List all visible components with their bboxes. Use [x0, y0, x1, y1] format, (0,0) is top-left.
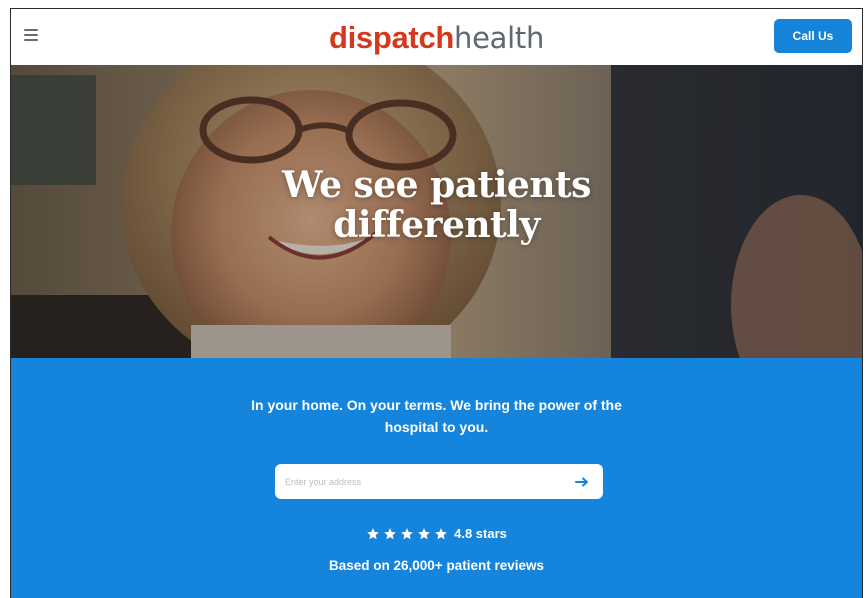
dispatchhealth-logo[interactable]: dispatch health — [329, 22, 544, 53]
star-icon — [435, 527, 447, 539]
arrow-right-icon[interactable] — [571, 471, 593, 493]
hero-heading-line1: We see patients — [282, 164, 591, 206]
hero-section: We see patients differently — [11, 65, 862, 358]
call-us-button[interactable]: Call Us — [774, 19, 852, 53]
app-frame: dispatch health Call Us We see patients … — [10, 8, 863, 598]
address-band: In your home. On your terms. We bring th… — [11, 358, 862, 598]
star-rating — [366, 527, 448, 541]
site-header: dispatch health Call Us — [11, 9, 862, 65]
tagline-line1: In your home. On your terms. We bring th… — [251, 397, 622, 413]
hamburger-menu-icon[interactable] — [24, 29, 38, 41]
hero-heading: We see patients differently — [11, 165, 862, 245]
logo-health-text: health — [454, 20, 545, 55]
tagline-line2: hospital to you. — [384, 419, 489, 435]
logo-dispatch-text: dispatch — [328, 19, 455, 55]
star-icon — [401, 527, 413, 539]
star-icon — [384, 527, 396, 539]
hero-heading-line2: differently — [333, 204, 540, 246]
reviews-count: Based on 26,000+ patient reviews — [329, 558, 544, 573]
address-form — [275, 464, 603, 499]
rating-row: 4.8 stars — [11, 526, 862, 541]
tagline: In your home. On your terms. We bring th… — [11, 394, 862, 438]
star-icon — [418, 527, 430, 539]
address-input[interactable] — [285, 476, 571, 487]
rating-text: 4.8 stars — [454, 526, 507, 541]
star-icon — [367, 527, 379, 539]
